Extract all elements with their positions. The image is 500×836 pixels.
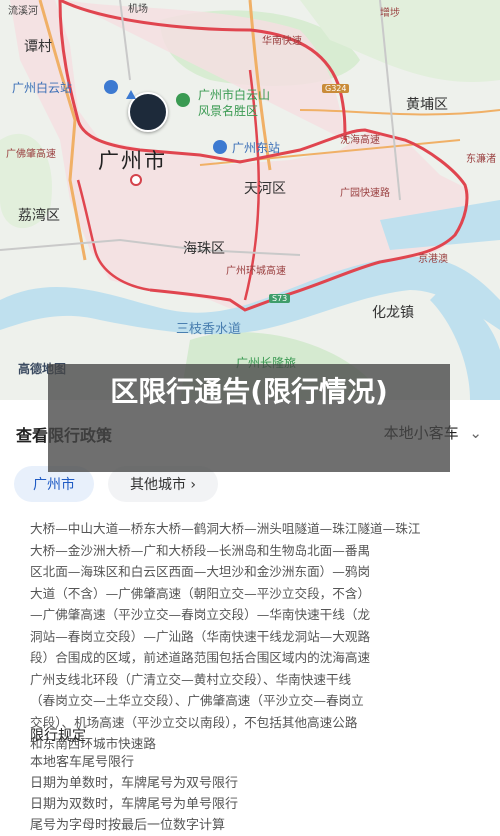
map-label: 机场 [128,4,148,15]
map-label: 广州白云站 [12,81,73,95]
map-view[interactable]: 流溪河 机场 增埗 谭村 广州白云站 广州市白云山 风景名胜区 华南快速 G32… [0,0,500,400]
rule-line: 日期为单数时，车牌尾号为双号限行 [30,776,239,791]
city-center-icon [130,174,142,186]
policy-line: —广佛肇高速（平沙立交—春岗立交段）—华南快速干线（龙 [30,607,371,622]
map-label: 广州环城高速 [226,266,286,277]
policy-line: 大桥—金沙洲大桥—广和大桥段—长洲岛和生物岛北面—番禺 [30,542,371,558]
policy-line: 大道（不含）—广佛肇高速（朝阳立交—平沙立交段，不含） [30,585,371,601]
rule-line: 日期为双数时，车牌尾号为单号限行 [30,797,239,812]
map-label: 黄埔区 [406,97,448,113]
overlay-title: 区限行通告(限行情况) [110,375,388,408]
map-label: 流溪河 [8,6,38,17]
map-label: 天河区 [244,181,286,197]
map-label: 海珠区 [183,241,225,257]
map-label: 增埗 [380,8,400,19]
map-label: 风景名胜区 [198,104,259,118]
map-label: 化龙镇 [372,305,414,321]
map-label: 广州东站 [232,141,281,155]
map-label: 华南快速 [262,36,302,47]
policy-line: 区北面—海珠区和白云区西面—大坦沙和金沙洲东面）—鸦岗 [30,564,371,579]
map-label: 京港澳 [418,254,448,265]
rule-line: 本地客车尾号限行 [30,755,135,770]
title-overlay: 区限行通告(限行情况) [48,364,450,472]
policy-line: 段）合围成的区域，前述道路范围包括合围区域内的沈海高速 [30,650,371,665]
map-label: 谭村 [24,39,52,55]
train-station-icon [213,140,227,154]
map-label: 东濂渚 [466,154,496,165]
policy-line: 广州支线北环段（广清立交—黄村立交段）、华南快速干线 [30,671,352,687]
road-shield: G324 [322,84,350,93]
section-title: 限行规定 [30,728,86,744]
rule-line: 尾号为字母时按最后一位数字计算 [30,818,226,833]
policy-line: 交段）、机场高速（平沙立交以南段），不包括其他高速公路 [30,714,358,730]
location-arrow-icon [126,90,136,99]
rules-list: 本地客车尾号限行 日期为单数时，车牌尾号为双号限行 日期为双数时，车牌尾号为单号… [30,752,238,836]
policy-line: 洞站—春岗立交段）—广汕路（华南快速干线龙洞站—大观路 [30,628,371,644]
policy-line: 大桥—中山大道—桥东大桥—鹤洞大桥—洲头咀隧道—珠江隧道—珠江 [30,521,421,536]
map-label: 三枝香水道 [176,322,242,337]
chevron-down-icon: ⌄ [469,424,482,442]
map-label: 广园快速路 [340,188,390,199]
policy-line: （春岗立交—土华立交段）、广佛肇高速（平沙立交—春岗立 [30,693,364,708]
scenic-icon [176,93,190,107]
map-label: 荔湾区 [18,208,60,224]
road-shield: S73 [269,294,291,303]
map-label: 广州市白云山 [198,88,271,102]
policy-text: 大桥—中山大道—桥东大桥—鹤洞大桥—洲头咀隧道—珠江隧道—珠江 大桥—金沙洲大桥… [30,518,470,755]
map-label: 沈海高速 [340,135,380,146]
map-label: 广佛肇高速 [6,149,56,160]
map-canvas [0,0,500,400]
map-city-label: 广州市 [98,149,167,173]
train-station-icon [104,80,118,94]
